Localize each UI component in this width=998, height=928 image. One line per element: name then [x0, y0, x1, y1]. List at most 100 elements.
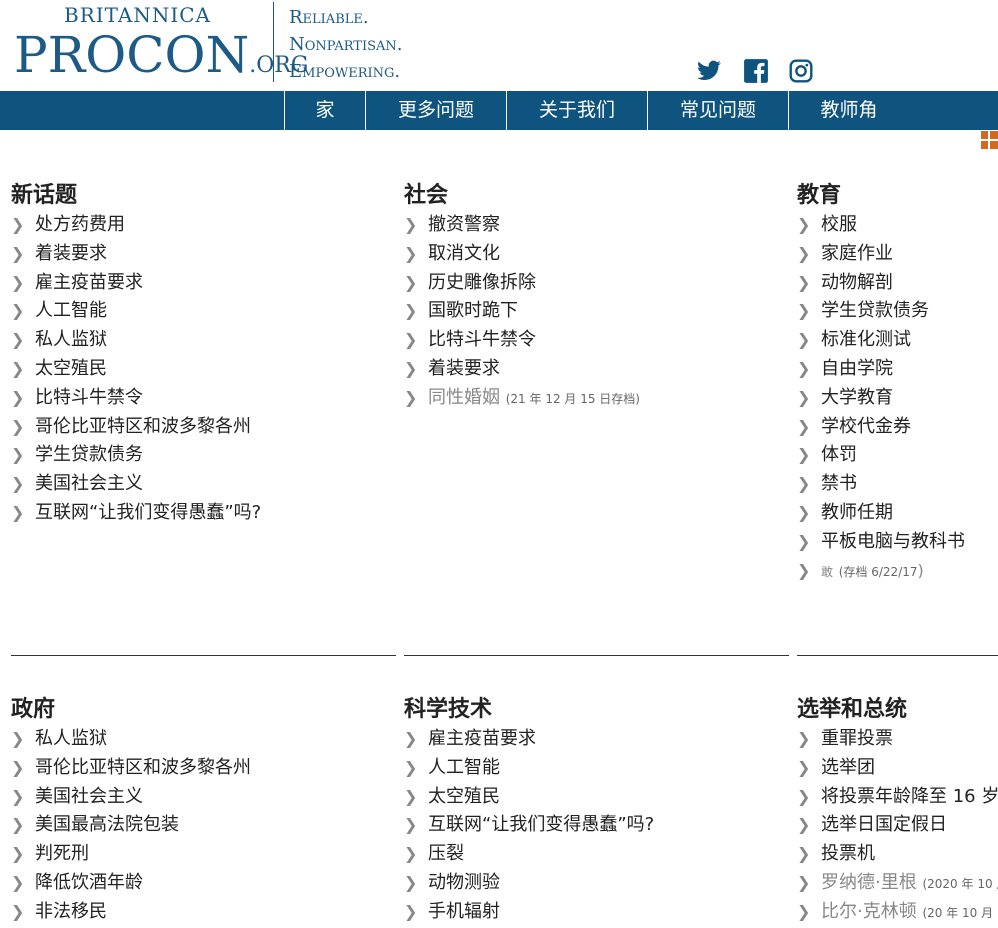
list-item[interactable]: ❯ 选举团 [797, 754, 998, 783]
list-item[interactable]: ❯ 大学教育 [797, 384, 998, 413]
chevron-right-icon: ❯ [404, 243, 418, 263]
section-title: 选举和总统 [797, 697, 908, 722]
list-item[interactable]: ❯ 着装要求 [11, 240, 396, 269]
list-item[interactable]: ❯ 压裂 [404, 840, 789, 869]
list-item-archived[interactable]: ❯ 敢 (存档 6/22/17) [797, 557, 998, 586]
section-title: 新话题 [11, 183, 78, 208]
chevron-right-icon: ❯ [11, 729, 25, 748]
list-item[interactable]: ❯ 私人监狱 [11, 326, 396, 355]
section-divider [404, 655, 789, 656]
grid-menu-icon[interactable] [981, 131, 998, 150]
list-item[interactable]: ❯ 雇主疫苗要求 [404, 725, 789, 754]
list-item[interactable]: ❯ 太空殖民 [404, 783, 789, 812]
nav-faq[interactable]: 常见问题 [647, 91, 788, 130]
item-label: 体罚 [821, 444, 857, 466]
list-item[interactable]: ❯ 处方药费用 [11, 211, 396, 240]
twitter-icon[interactable] [696, 58, 722, 84]
list-item[interactable]: ❯ 自由学院 [797, 355, 998, 384]
list-item[interactable]: ❯ 人工智能 [404, 754, 789, 783]
chevron-right-icon: ❯ [797, 330, 811, 350]
list-item[interactable]: ❯ 国歌时跪下 [404, 297, 789, 326]
list-item[interactable]: ❯ 太空殖民 [11, 355, 396, 384]
list-item[interactable]: ❯ 投票机 [797, 840, 998, 869]
chevron-right-icon: ❯ [11, 330, 25, 350]
chevron-right-icon: ❯ [404, 757, 418, 777]
list-item[interactable]: ❯ 着装要求 [404, 355, 789, 384]
nav-teachers-corner[interactable]: 教师角 [788, 91, 909, 130]
chevron-right-icon: ❯ [404, 215, 418, 234]
list-item[interactable]: ❯ 美国社会主义 [11, 783, 396, 812]
list-item[interactable]: ❯ 手机辐射 [404, 898, 789, 927]
section-education: 教育 ❯ 校服 ❯ 家庭作业 ❯ 动物解剖 ❯ 学生贷款债务 ❯ 标准化测试 ❯ 自由学院 ❯ 大学教育 ❯… [797, 181, 998, 585]
list-item[interactable]: ❯ 动物解剖 [797, 269, 998, 298]
nav-more-issues[interactable]: 更多问题 [365, 91, 506, 130]
list-item[interactable]: ❯ 美国社会主义 [11, 470, 396, 499]
list-item[interactable]: ❯ 判死刑 [11, 840, 396, 869]
list-item[interactable]: ❯ 选举日国定假日 [797, 811, 998, 840]
item-label: 同性婚姻 [428, 386, 500, 408]
list-item[interactable]: ❯ 禁书 [797, 470, 998, 499]
list-item[interactable]: ❯ 私人监狱 [11, 725, 396, 754]
item-label: 比尔·克林顿 [821, 900, 917, 922]
list-item[interactable]: ❯ 学校代金券 [797, 413, 998, 442]
list-item[interactable]: ❯ 家庭作业 [797, 240, 998, 269]
list-item[interactable]: ❯ 哥伦比亚特区和波多黎各州 [11, 413, 396, 442]
list-item-archived[interactable]: ❯ 罗纳德·里根 (2020 年 10 月 [797, 869, 998, 898]
chevron-right-icon: ❯ [797, 844, 811, 864]
chevron-right-icon: ❯ [11, 786, 25, 806]
item-label: 太空殖民 [428, 785, 500, 807]
archived-note: (21 年 12 月 15 日存档) [505, 391, 640, 406]
chevron-right-icon: ❯ [404, 729, 418, 748]
chevron-right-icon: ❯ [11, 387, 25, 407]
nav-about-us[interactable]: 关于我们 [506, 91, 647, 130]
list-item[interactable]: ❯ 学生贷款债务 [11, 441, 396, 470]
list-item[interactable]: ❯ 将投票年龄降至 16 岁 [797, 783, 998, 812]
tagline-line: Reliable. [289, 7, 369, 28]
list-item[interactable]: ❯ 平板电脑与教科书 [797, 528, 998, 557]
list-item[interactable]: ❯ 哥伦比亚特区和波多黎各州 [11, 754, 396, 783]
item-label: 美国社会主义 [35, 473, 143, 495]
list-item[interactable]: ❯ 校服 [797, 211, 998, 240]
list-item[interactable]: ❯ 比特斗牛禁令 [404, 326, 789, 355]
item-label: 大学教育 [821, 386, 893, 408]
chevron-right-icon: ❯ [797, 358, 811, 378]
list-item[interactable]: ❯ 互联网“让我们变得愚蠢”吗? [404, 811, 789, 840]
list-item[interactable]: ❯ 雇主疫苗要求 [11, 269, 396, 298]
list-item[interactable]: ❯ 重罪投票 [797, 725, 998, 754]
nav-home[interactable]: 家 [284, 91, 365, 130]
chevron-right-icon: ❯ [797, 215, 811, 234]
chevron-right-icon: ❯ [404, 786, 418, 806]
item-label: 太空殖民 [35, 357, 107, 379]
section-title: 政府 [11, 697, 56, 722]
chevron-right-icon: ❯ [797, 387, 811, 407]
chevron-right-icon: ❯ [11, 502, 25, 522]
list-item[interactable]: ❯ 标准化测试 [797, 326, 998, 355]
chevron-right-icon: ❯ [797, 474, 811, 494]
list-item[interactable]: ❯ 历史雕像拆除 [404, 269, 789, 298]
list-item[interactable]: ❯ 人工智能 [11, 297, 396, 326]
list-item[interactable]: ❯ 取消文化 [404, 240, 789, 269]
list-item-archived[interactable]: ❯ 同性婚姻 (21 年 12 月 15 日存档) [404, 384, 789, 413]
list-item[interactable]: ❯ 互联网“让我们变得愚蠢”吗? [11, 499, 396, 528]
list-item[interactable]: ❯ 撤资警察 [404, 211, 789, 240]
list-item[interactable]: ❯ 学生贷款债务 [797, 297, 998, 326]
chevron-right-icon: ❯ [11, 901, 25, 921]
brand-main-text: PROCON.ORG [14, 30, 308, 80]
list-item-archived[interactable]: ❯ 比尔·克林顿 (20 年 10 月 1 [797, 898, 998, 927]
list-item[interactable]: ❯ 降低饮酒年龄 [11, 869, 396, 898]
instagram-icon[interactable] [788, 58, 814, 84]
list-item[interactable]: ❯ 动物测验 [404, 869, 789, 898]
list-item[interactable]: ❯ 非法移民 [11, 898, 396, 927]
item-label: 雇主疫苗要求 [35, 271, 143, 293]
facebook-icon[interactable] [743, 58, 769, 84]
item-label: 手机辐射 [428, 900, 500, 922]
list-item[interactable]: ❯ 美国最高法院包装 [11, 811, 396, 840]
item-label: 重罪投票 [821, 728, 893, 749]
procon-logo[interactable]: BRITANNICA PROCON.ORG [14, 0, 308, 90]
list-item[interactable]: ❯ 体罚 [797, 441, 998, 470]
item-label: 自由学院 [821, 357, 893, 379]
list-item[interactable]: ❯ 教师任期 [797, 499, 998, 528]
list-item[interactable]: ❯ 比特斗牛禁令 [11, 384, 396, 413]
item-label: 比特斗牛禁令 [35, 386, 143, 408]
item-label: 比特斗牛禁令 [428, 329, 536, 351]
